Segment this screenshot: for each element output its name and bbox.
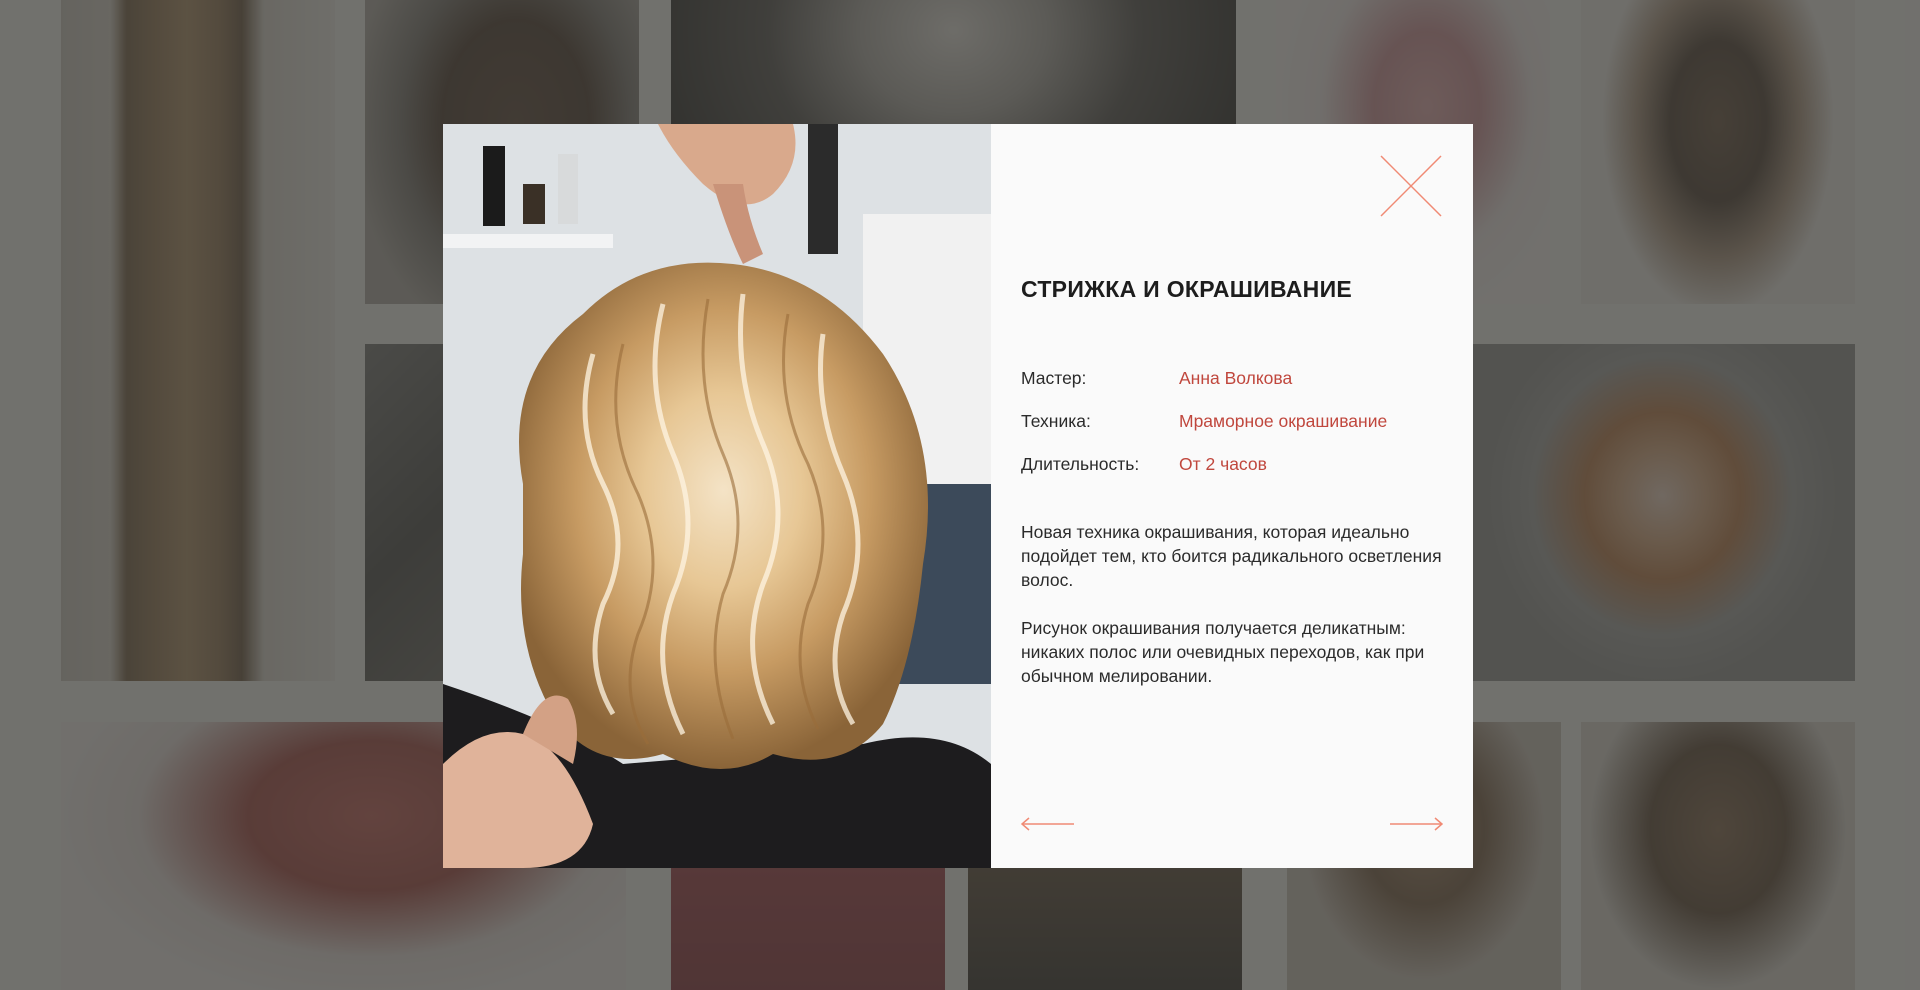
service-details: Мастер: Анна Волкова Техника: Мраморное … bbox=[1021, 357, 1387, 486]
arrow-left-icon bbox=[1020, 817, 1074, 831]
detail-label: Техника: bbox=[1021, 411, 1091, 431]
detail-value-technique: Мраморное окрашивание bbox=[1179, 411, 1388, 431]
close-button[interactable] bbox=[1379, 154, 1443, 218]
service-modal: СТРИЖКА И ОКРАШИВАНИЕ Мастер: Анна Волко… bbox=[443, 124, 1473, 868]
blonde-wavy-hair-image bbox=[443, 124, 991, 868]
service-photo bbox=[443, 124, 991, 868]
detail-label: Длительность: bbox=[1021, 454, 1140, 474]
detail-row-duration: Длительность: От 2 часов bbox=[1021, 443, 1387, 486]
arrow-right-icon bbox=[1390, 817, 1444, 831]
detail-row-master: Мастер: Анна Волкова bbox=[1021, 357, 1387, 400]
detail-value-master: Анна Волкова bbox=[1179, 368, 1293, 388]
description-paragraph: Новая техника окрашивания, которая идеал… bbox=[1021, 522, 1442, 590]
description-paragraph: Рисунок окрашивания получается деликатны… bbox=[1021, 618, 1425, 686]
detail-row-technique: Техника: Мраморное окрашивание bbox=[1021, 400, 1387, 443]
close-x-icon bbox=[1380, 155, 1442, 217]
service-title: СТРИЖКА И ОКРАШИВАНИЕ bbox=[1021, 276, 1353, 302]
detail-value-duration: От 2 часов bbox=[1179, 454, 1267, 474]
service-info-panel: СТРИЖКА И ОКРАШИВАНИЕ Мастер: Анна Волко… bbox=[991, 124, 1473, 868]
prev-button[interactable] bbox=[1020, 816, 1075, 831]
service-description: Новая техника окрашивания, которая идеал… bbox=[1021, 520, 1461, 688]
detail-label: Мастер: bbox=[1021, 368, 1087, 388]
next-button[interactable] bbox=[1389, 816, 1444, 831]
